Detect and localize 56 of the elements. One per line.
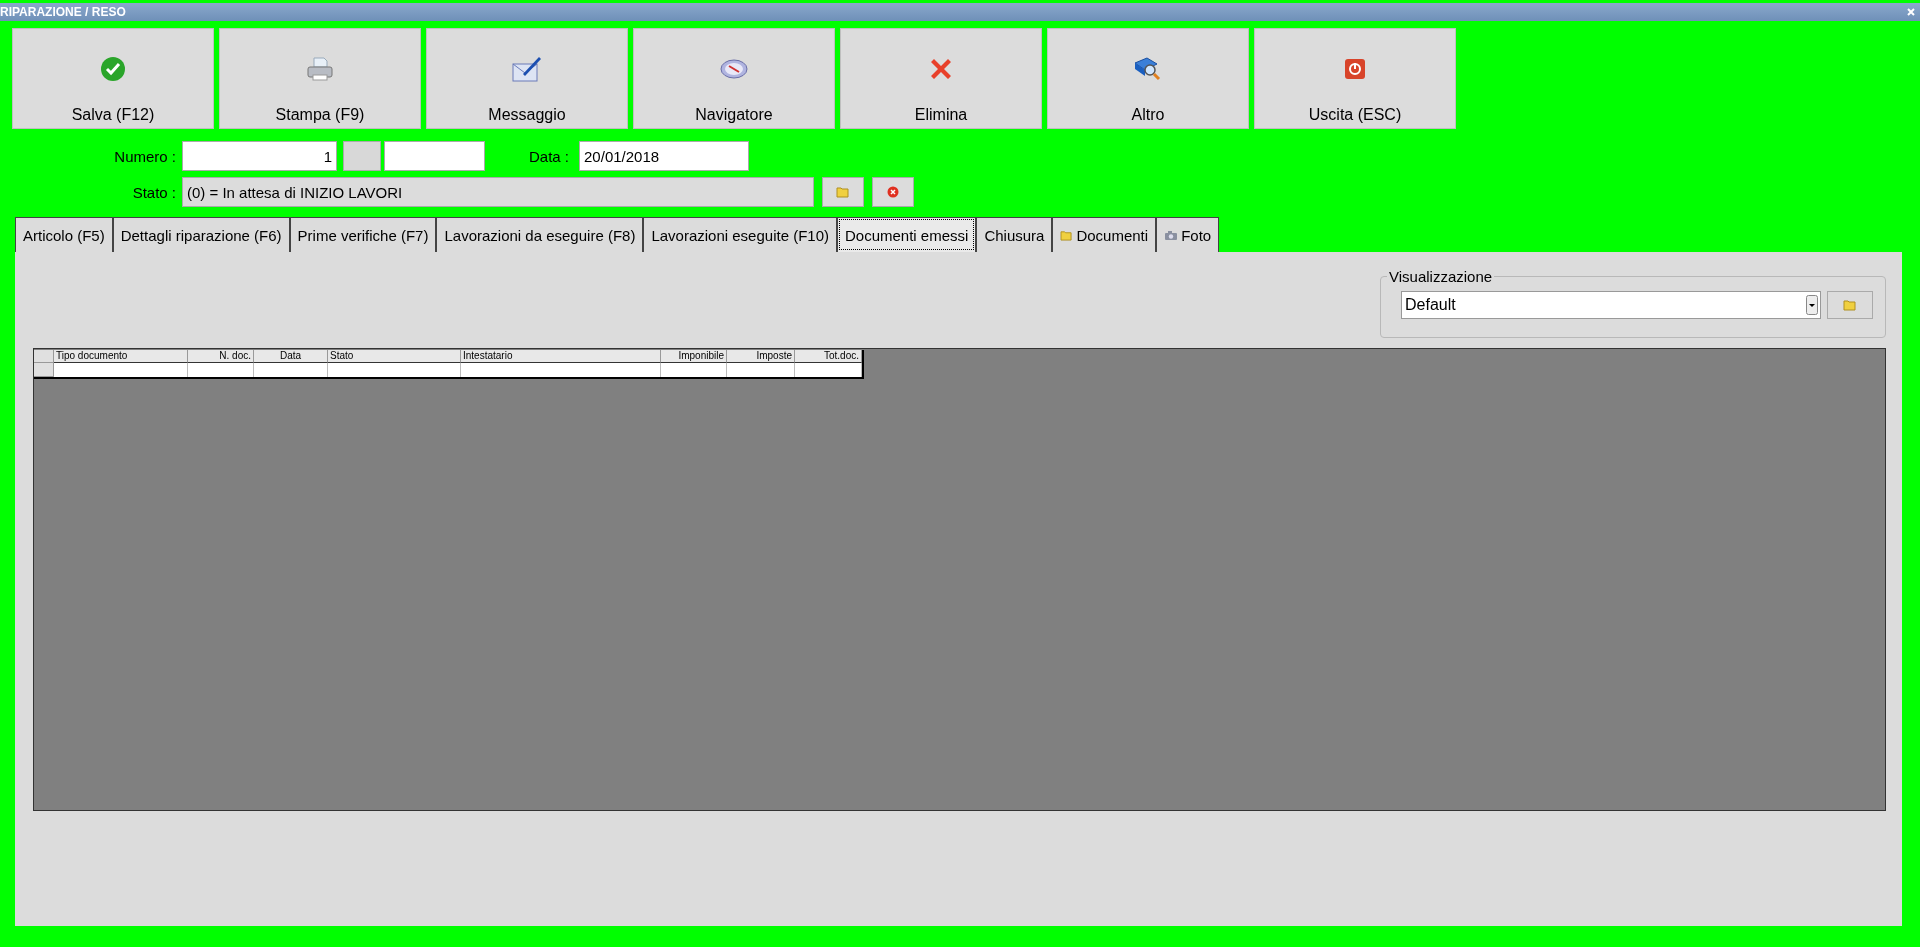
folder-icon: [1843, 299, 1857, 311]
book-magnifier-icon: [1133, 55, 1163, 83]
table-cell: [795, 363, 862, 377]
column-header[interactable]: Tot.doc.: [795, 350, 862, 363]
cancel-button[interactable]: [872, 177, 914, 207]
tab[interactable]: Foto: [1156, 217, 1220, 252]
toolbar-button[interactable]: Salva (F12): [12, 28, 214, 129]
column-header[interactable]: Imponibile: [661, 350, 727, 363]
number-field[interactable]: 1: [182, 141, 337, 171]
close-icon[interactable]: [1906, 7, 1916, 17]
printer-icon: [305, 56, 335, 82]
date-field[interactable]: 20/01/2018: [579, 141, 750, 171]
column-header[interactable]: Tipo documento: [54, 350, 188, 363]
tab[interactable]: Documenti emessi: [837, 217, 977, 252]
column-header[interactable]: Imposte: [727, 350, 795, 363]
small-button[interactable]: [343, 141, 381, 171]
tab[interactable]: Lavorazioni eseguite (F10): [643, 217, 837, 252]
field-label: Data :: [529, 147, 570, 165]
tab[interactable]: Documenti: [1052, 217, 1157, 252]
table-cell: [188, 363, 254, 377]
column-header[interactable]: Data: [254, 350, 328, 363]
status-field: (0) = In attesa di INIZIO LAVORI: [182, 177, 814, 207]
tab[interactable]: Chiusura: [976, 217, 1053, 252]
envelope-pen-icon: [511, 54, 543, 84]
view-dropdown[interactable]: Default: [1401, 291, 1821, 319]
toolbar-button[interactable]: Elimina: [840, 28, 1042, 129]
field-label: Stato :: [131, 183, 177, 201]
folder-button[interactable]: [822, 177, 864, 207]
check-icon: [100, 56, 126, 82]
column-header[interactable]: Stato: [328, 350, 461, 363]
compass-icon: [719, 58, 749, 80]
row-header: [34, 350, 54, 363]
cancel-icon: [887, 186, 899, 198]
toolbar-button[interactable]: Stampa (F9): [219, 28, 421, 129]
folder-icon: [1060, 229, 1074, 241]
toolbar-button[interactable]: Messaggio: [426, 28, 628, 129]
camera-icon: [1164, 229, 1179, 241]
tab[interactable]: Lavorazioni da eseguire (F8): [436, 217, 644, 252]
field-label: Numero :: [113, 147, 177, 165]
table-cell: [727, 363, 795, 377]
column-header[interactable]: N. doc.: [188, 350, 254, 363]
toolbar-button[interactable]: Navigatore: [633, 28, 835, 129]
folder-button[interactable]: [1827, 291, 1873, 319]
suffix-field[interactable]: [384, 141, 485, 171]
group-title: Visualizzazione: [1388, 268, 1494, 285]
tab[interactable]: Prime verifiche (F7): [289, 217, 437, 252]
table-cell: [661, 363, 727, 377]
folder-icon: [836, 186, 850, 198]
row-header: [34, 363, 54, 377]
column-header[interactable]: Intestatario: [461, 350, 661, 363]
power-icon: [1344, 58, 1366, 80]
window-title: RIPARAZIONE / RESO: [0, 5, 126, 19]
tab[interactable]: Articolo (F5): [15, 217, 113, 252]
toolbar-button[interactable]: Altro: [1047, 28, 1249, 129]
toolbar-button[interactable]: Uscita (ESC): [1254, 28, 1456, 129]
tab[interactable]: Dettagli riparazione (F6): [112, 217, 290, 252]
